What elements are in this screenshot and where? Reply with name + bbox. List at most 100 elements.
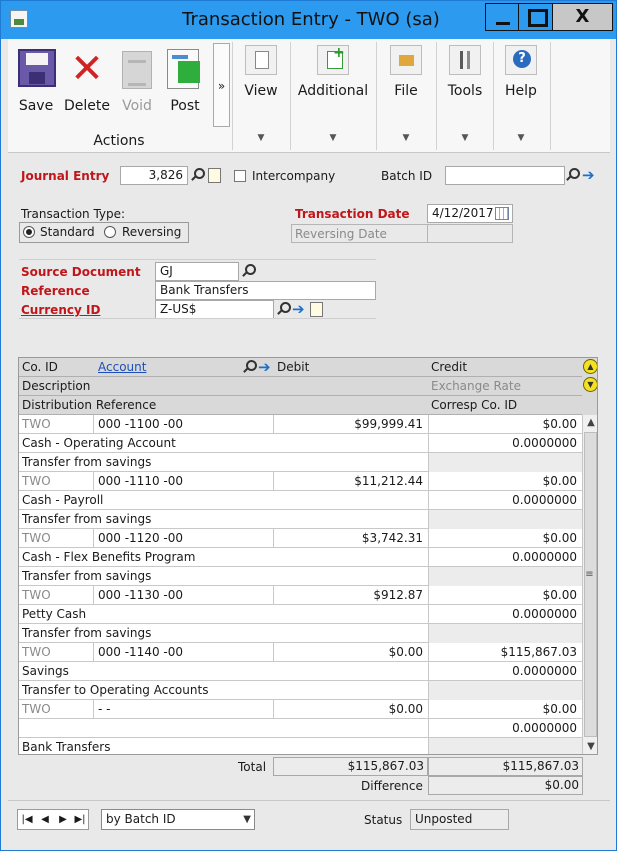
distribution-reference-cell[interactable]: Transfer from savings — [19, 453, 424, 472]
credit-cell[interactable]: $0.00 — [429, 700, 580, 719]
tools-menu-button[interactable]: Tools ▼ — [438, 45, 492, 149]
reference-field[interactable]: Bank Transfers — [155, 281, 376, 300]
credit-cell[interactable]: $0.00 — [429, 529, 580, 548]
first-record-icon[interactable]: |◀ — [19, 810, 35, 829]
additional-menu-button[interactable]: Additional ▼ — [292, 45, 374, 149]
grid-account-row[interactable]: TWO 000 -1110 -00 $11,212.44 $0.00 — [19, 472, 582, 491]
journal-entry-lookup-icon[interactable] — [189, 167, 205, 183]
account-go-icon[interactable]: ➔ — [258, 359, 274, 375]
exchange-rate-cell[interactable]: 0.0000000 — [429, 434, 580, 453]
grid-account-row[interactable]: TWO 000 -1130 -00 $912.87 $0.00 — [19, 586, 582, 605]
corresp-co-id-cell[interactable] — [428, 510, 582, 529]
batch-id-field[interactable] — [445, 166, 565, 185]
grid-reference-row[interactable]: Transfer from savings — [19, 567, 582, 586]
co-id-cell[interactable]: TWO — [19, 700, 93, 719]
description-cell[interactable] — [19, 719, 424, 738]
batch-id-go-icon[interactable]: ➔ — [582, 167, 598, 183]
account-lookup-icon[interactable] — [241, 359, 257, 375]
expand-rows-icon[interactable]: ▼ — [583, 377, 597, 392]
grid-account-row[interactable]: TWO - - $0.00 $0.00 — [19, 700, 582, 719]
distribution-reference-cell[interactable]: Bank Transfers — [19, 738, 424, 754]
grid-account-row[interactable]: TWO 000 -1140 -00 $0.00 $115,867.03 — [19, 643, 582, 662]
grid-reference-row[interactable]: Transfer from savings — [19, 510, 582, 529]
currency-go-icon[interactable]: ➔ — [292, 301, 308, 317]
debit-cell[interactable]: $3,742.31 — [274, 529, 426, 548]
account-cell[interactable]: 000 -1140 -00 — [95, 643, 271, 662]
source-document-field[interactable]: GJ — [155, 262, 239, 281]
grid-reference-row[interactable]: Transfer from savings — [19, 624, 582, 643]
currency-lookup-icon[interactable] — [275, 301, 291, 317]
collapse-rows-icon[interactable]: ▲ — [583, 359, 597, 374]
co-id-cell[interactable]: TWO — [19, 415, 93, 434]
credit-cell[interactable]: $115,867.03 — [429, 643, 580, 662]
co-id-cell[interactable]: TWO — [19, 529, 93, 548]
grid-reference-row[interactable]: Transfer from savings — [19, 453, 582, 472]
corresp-co-id-cell[interactable] — [428, 567, 582, 586]
scroll-down-icon[interactable]: ▼ — [584, 739, 597, 754]
post-button[interactable]: Post — [160, 47, 210, 114]
grid-reference-row[interactable]: Bank Transfers — [19, 738, 582, 754]
co-id-cell[interactable]: TWO — [19, 586, 93, 605]
corresp-co-id-cell[interactable] — [428, 681, 582, 700]
sort-by-select[interactable]: by Batch ID ▼ — [101, 809, 255, 830]
next-record-icon[interactable]: ▶ — [55, 810, 71, 829]
debit-cell[interactable]: $0.00 — [274, 700, 426, 719]
corresp-co-id-cell[interactable] — [428, 624, 582, 643]
delete-button[interactable]: ✕ Delete — [62, 47, 112, 114]
batch-id-lookup-icon[interactable] — [564, 167, 580, 183]
exchange-rate-cell[interactable]: 0.0000000 — [429, 491, 580, 510]
description-cell[interactable]: Cash - Operating Account — [19, 434, 424, 453]
grid-description-row[interactable]: Cash - Payroll 0.0000000 — [19, 491, 582, 510]
debit-cell[interactable]: $99,999.41 — [274, 415, 426, 434]
exchange-rate-cell[interactable]: 0.0000000 — [429, 548, 580, 567]
maximize-button[interactable] — [518, 3, 552, 31]
account-cell[interactable]: 000 -1120 -00 — [95, 529, 271, 548]
description-cell[interactable]: Petty Cash — [19, 605, 424, 624]
account-cell[interactable]: 000 -1110 -00 — [95, 472, 271, 491]
account-cell[interactable]: 000 -1100 -00 — [95, 415, 271, 434]
debit-cell[interactable]: $11,212.44 — [274, 472, 426, 491]
co-id-cell[interactable]: TWO — [19, 472, 93, 491]
description-cell[interactable]: Cash - Payroll — [19, 491, 424, 510]
account-cell[interactable]: - - — [95, 700, 271, 719]
minimize-button[interactable] — [485, 3, 519, 31]
calendar-icon[interactable] — [495, 207, 509, 220]
credit-cell[interactable]: $0.00 — [429, 415, 580, 434]
journal-entry-note-icon[interactable] — [208, 168, 221, 183]
last-record-icon[interactable]: ▶| — [72, 810, 88, 829]
distribution-reference-cell[interactable]: Transfer from savings — [19, 510, 424, 529]
account-cell[interactable]: 000 -1130 -00 — [95, 586, 271, 605]
description-cell[interactable]: Savings — [19, 662, 424, 681]
save-button[interactable]: Save — [11, 47, 61, 114]
exchange-rate-cell[interactable]: 0.0000000 — [429, 605, 580, 624]
grid-description-row[interactable]: Cash - Flex Benefits Program 0.0000000 — [19, 548, 582, 567]
file-menu-button[interactable]: File ▼ — [378, 45, 434, 149]
journal-entry-field[interactable]: 3,826 — [120, 166, 188, 185]
grid-description-row[interactable]: 0.0000000 — [19, 719, 582, 738]
exchange-rate-cell[interactable]: 0.0000000 — [429, 719, 580, 738]
corresp-co-id-cell[interactable] — [428, 738, 582, 754]
standard-radio[interactable] — [23, 226, 35, 238]
distribution-reference-cell[interactable]: Transfer from savings — [19, 624, 424, 643]
currency-id-link[interactable]: Currency ID — [21, 303, 100, 317]
corresp-co-id-cell[interactable] — [428, 453, 582, 472]
account-header-link[interactable]: Account — [95, 358, 195, 377]
grid-scrollbar[interactable]: ▲ ≡ ▼ — [582, 415, 597, 754]
scrollbar-thumb[interactable] — [584, 432, 597, 737]
grid-account-row[interactable]: TWO 000 -1120 -00 $3,742.31 $0.00 — [19, 529, 582, 548]
more-actions-button[interactable]: » — [213, 43, 230, 127]
grid-description-row[interactable]: Cash - Operating Account 0.0000000 — [19, 434, 582, 453]
description-cell[interactable]: Cash - Flex Benefits Program — [19, 548, 424, 567]
debit-cell[interactable]: $912.87 — [274, 586, 426, 605]
grid-description-row[interactable]: Savings 0.0000000 — [19, 662, 582, 681]
intercompany-checkbox[interactable] — [234, 170, 246, 182]
grid-description-row[interactable]: Petty Cash 0.0000000 — [19, 605, 582, 624]
currency-id-field[interactable]: Z-US$ — [155, 300, 274, 319]
scroll-up-icon[interactable]: ▲ — [584, 415, 597, 431]
co-id-cell[interactable]: TWO — [19, 643, 93, 662]
previous-record-icon[interactable]: ◀ — [37, 810, 53, 829]
distribution-reference-cell[interactable]: Transfer from savings — [19, 567, 424, 586]
credit-cell[interactable]: $0.00 — [429, 472, 580, 491]
grid-reference-row[interactable]: Transfer to Operating Accounts — [19, 681, 582, 700]
source-document-lookup-icon[interactable] — [240, 263, 256, 279]
